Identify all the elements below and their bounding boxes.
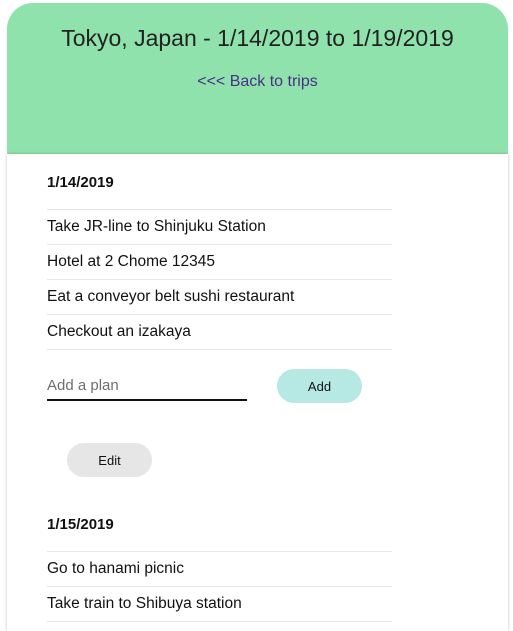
trip-page: Tokyo, Japan - 1/14/2019 to 1/19/2019 <<… (0, 0, 513, 631)
add-plan-input[interactable] (47, 371, 247, 401)
plan-item: Take JR-line to Shinjuku Station (47, 210, 392, 245)
itinerary-card: 1/14/2019 Take JR-line to Shinjuku Stati… (7, 154, 508, 631)
trip-header: Tokyo, Japan - 1/14/2019 to 1/19/2019 <<… (7, 3, 508, 154)
edit-day-button[interactable]: Edit (67, 443, 152, 477)
back-to-trips-link[interactable]: <<< Back to trips (7, 73, 508, 91)
plan-item: Eat a conveyor belt sushi restaurant (47, 280, 392, 315)
plan-list-day-1: Take JR-line to Shinjuku Station Hotel a… (47, 209, 392, 350)
plan-item: Hotel at 2 Chome 12345 (47, 245, 392, 280)
plan-item: Go to hanami picnic (47, 552, 392, 587)
plan-item: Take train to Shibuya station (47, 587, 392, 622)
trip-title: Tokyo, Japan - 1/14/2019 to 1/19/2019 (61, 25, 454, 51)
day-date-1: 1/14/2019 (47, 174, 114, 191)
day-date-2: 1/15/2019 (47, 516, 114, 533)
plan-item: Checkout an izakaya (47, 315, 392, 350)
add-plan-button[interactable]: Add (277, 369, 362, 403)
plan-list-day-2: Go to hanami picnic Take train to Shibuy… (47, 551, 392, 622)
